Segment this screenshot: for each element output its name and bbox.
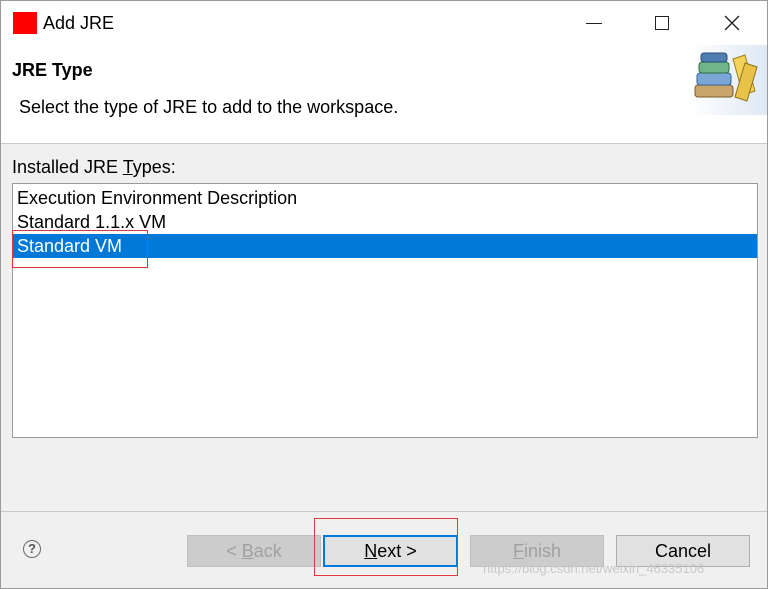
books-icon [689,45,767,115]
app-icon [13,12,37,34]
help-icon[interactable]: ? [23,540,41,558]
button-bar-divider [1,511,767,512]
next-button[interactable]: Next > [323,535,458,567]
list-item[interactable]: Standard 1.1.x VM [13,210,757,234]
list-item[interactable]: Execution Environment Description [13,186,757,210]
minimize-button[interactable] [571,1,617,45]
jre-types-list[interactable]: Execution Environment Description Standa… [12,183,758,438]
close-icon [724,15,740,31]
back-button[interactable]: < Back [187,535,321,567]
title-bar[interactable]: Add JRE [1,1,767,45]
list-item-selected[interactable]: Standard VM [13,234,757,258]
maximize-icon [655,16,669,30]
wizard-banner: JRE Type Select the type of JRE to add t… [1,45,767,144]
window-title: Add JRE [43,13,115,33]
close-button[interactable] [709,1,755,45]
add-jre-dialog: Add JRE JRE Type Select the type of JRE … [0,0,768,589]
maximize-button[interactable] [639,1,685,45]
watermark: https://blog.csdn.net/weixin_46335106 [483,561,705,576]
page-description: Select the type of JRE to add to the wor… [19,97,399,117]
installed-jre-types-label: Installed JRE Types: [12,157,176,177]
minimize-icon [586,22,602,24]
page-title: JRE Type [12,60,93,80]
